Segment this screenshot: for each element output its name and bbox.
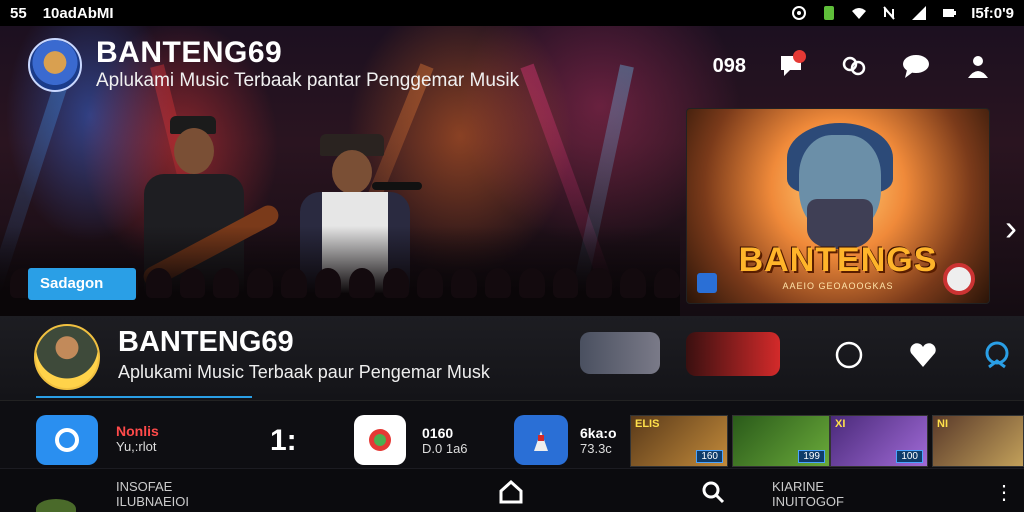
mini-avatar[interactable] (36, 499, 76, 512)
messages-icon (903, 55, 929, 78)
feature-badge-icon (697, 273, 717, 293)
status-right: I5f:0'9 (791, 5, 1014, 22)
hero-banner[interactable]: BANTENG69 Aplukami Music Terbaak pantar … (0, 26, 1024, 316)
app-tagline: Aplukami Music Terbaak pantar Penggemar … (96, 70, 520, 91)
bottom-nav: INSOFAE ILUBNAEIOI KIARINE INUITOGOF ⋮ (0, 468, 1024, 512)
chevron-right-icon[interactable]: › (1000, 206, 1022, 250)
bottom-right-line2: INUITOGOF (772, 494, 844, 509)
user-button[interactable] (980, 338, 1014, 372)
singer-head (332, 150, 372, 194)
feature-card[interactable]: BANTENGS AAEIO GEOAOOGKAS (686, 108, 990, 304)
game-thumbnail-3[interactable]: XI 100 (830, 415, 928, 467)
status-carrier: 10adAbMI (42, 4, 114, 22)
status-time-right: I5f:0'9 (971, 4, 1014, 22)
search-icon[interactable] (700, 479, 726, 505)
battery-saver-icon (824, 6, 835, 20)
signal-icon (912, 6, 927, 20)
game-thumbnail-4[interactable]: NI (932, 415, 1024, 467)
bottom-right-text: KIARINE INUITOGOF (772, 479, 844, 509)
strip-text-1-line1: Nonlis (116, 423, 159, 439)
bottom-left-text: INSOFAE ILUBNAEIOI (116, 479, 189, 509)
info-actions (832, 338, 1014, 372)
refresh-button[interactable] (832, 338, 866, 372)
game-thumbnail-1-label: ELIS (635, 418, 660, 430)
record-icon[interactable] (943, 263, 975, 295)
thumbnail-game-1[interactable] (580, 332, 660, 374)
status-time-left: 55 (10, 4, 27, 22)
thumbnail-game-2[interactable] (686, 332, 780, 376)
game-thumbnail-3-label: XI (835, 418, 846, 430)
strip-text-2-line2: D.0 1a6 (422, 441, 468, 456)
heart-icon (910, 343, 936, 367)
bottom-left-line1: INSOFAE (116, 479, 173, 494)
strip-big-char: 1: (270, 424, 297, 457)
avatar[interactable] (34, 324, 100, 390)
app-icon-chart[interactable] (354, 415, 406, 465)
guitarist-head (174, 128, 214, 174)
notifications-button[interactable] (776, 50, 808, 82)
game-thumbnail-1[interactable]: ELIS 160 (630, 415, 728, 467)
home-icon[interactable] (498, 479, 524, 505)
hero-tag-button[interactable]: Sadagon (28, 268, 136, 300)
profile-button[interactable] (962, 50, 994, 82)
bottom-left-line2: ILUBNAEIOI (116, 494, 189, 509)
strip-text-3: 6ka:o 73.3c (580, 425, 617, 457)
profile-icon (968, 56, 988, 78)
app-header: BANTENG69 Aplukami Music Terbaak pantar … (28, 38, 519, 92)
app-title-block: BANTENG69 Aplukami Music Terbaak pantar … (96, 38, 519, 92)
nfc-off-icon (883, 6, 896, 20)
more-options-icon[interactable]: ⋮ (994, 481, 1014, 505)
app-strip: Nonlis Yu,:rlot 1: 0160 D.0 1a6 6ka:o 73… (0, 400, 1024, 468)
app-icon-game[interactable] (514, 415, 568, 465)
game-thumbnail-2-badge: 199 (798, 450, 825, 463)
wifi-icon (852, 8, 867, 19)
bottom-right-line1: KIARINE (772, 479, 825, 494)
like-button[interactable] (906, 338, 940, 372)
header-count: 098 (712, 54, 746, 77)
strip-text-2-line1: 0160 (422, 425, 454, 441)
user-circle-icon (985, 341, 1009, 369)
strip-text-3-line2: 73.3c (580, 441, 612, 456)
notification-badge (793, 50, 806, 63)
refresh-icon (835, 341, 863, 369)
app-root: 55 10adAbMI I5f:0'9 BANTENG69 Aplukami M… (0, 0, 1024, 512)
header-actions: 098 (713, 50, 994, 82)
game-thumbnail-4-label: NI (937, 418, 948, 430)
link-icon (842, 56, 866, 76)
microphone-shape (372, 182, 422, 190)
game-thumbnail-3-badge: 100 (896, 450, 923, 463)
strip-text-2: 0160 D.0 1a6 (422, 425, 468, 457)
shield-icon (792, 6, 807, 20)
status-left: 55 10adAbMI (10, 5, 114, 22)
link-button[interactable] (838, 50, 870, 82)
battery-icon (943, 9, 957, 17)
chart-app-icon (354, 415, 406, 465)
info-subtitle: Aplukami Music Terbaak paur Pengemar Mus… (118, 362, 490, 382)
progress-indicator (36, 396, 252, 398)
info-title: BANTENG69 (118, 326, 294, 358)
app-title: BANTENG69 (96, 36, 283, 69)
strip-text-1-line2: Yu,:rlot (116, 439, 157, 454)
strip-text-1: Nonlis Yu,:rlot (116, 423, 159, 455)
game-thumbnail-2[interactable]: 199 (732, 415, 830, 467)
camera-app-icon (36, 415, 98, 465)
app-logo[interactable] (28, 38, 82, 92)
game-app-icon (514, 415, 568, 465)
app-icon-camera[interactable] (36, 415, 98, 465)
now-playing-row: BANTENG69 Aplukami Music Terbaak paur Pe… (0, 316, 1024, 400)
status-bar: 55 10adAbMI I5f:0'9 (0, 0, 1024, 26)
messages-button[interactable] (900, 50, 932, 82)
strip-text-3-line1: 6ka:o (580, 425, 617, 441)
game-thumbnail-1-badge: 160 (696, 450, 723, 463)
